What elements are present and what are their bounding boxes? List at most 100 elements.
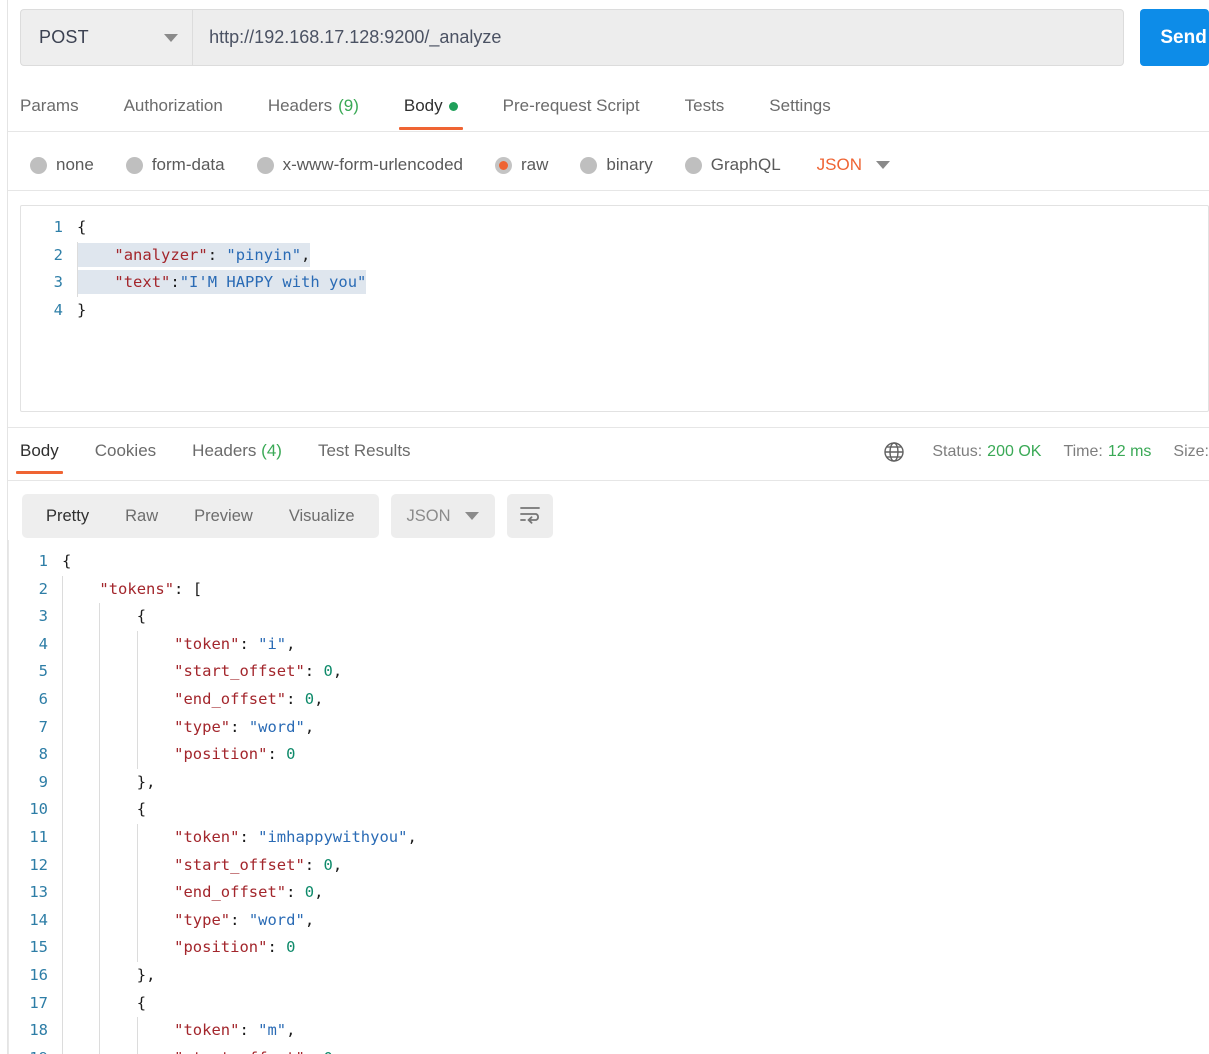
request-body-code[interactable]: 1{2 "analyzer": "pinyin", 3 "text":"I'M H… [21,206,1208,324]
indent-guide [136,851,138,880]
response-format-dropdown[interactable]: JSON [390,494,495,538]
body-type-raw[interactable]: raw [495,155,548,175]
body-type-radio-group: none form-data x-www-form-urlencoded raw… [30,148,891,182]
indent-guide [62,713,63,742]
viewer-mode-preview[interactable]: Preview [176,494,271,538]
code-text: "end_offset": 0, [62,685,1209,714]
indent-guide [62,879,63,907]
response-tab-headers[interactable]: Headers (4) [192,441,282,461]
indent-guide [99,851,101,880]
indent-guide [62,575,63,604]
raw-format-dropdown[interactable]: JSON [817,155,891,175]
chevron-down-icon [164,33,179,42]
code-line[interactable]: 4} [21,297,1208,325]
code-text: "token": "imhappywithyou", [62,823,1209,852]
request-tabs-underline [8,131,1209,132]
mode-label: Preview [194,506,253,525]
code-line[interactable]: 9 }, [0,768,1209,797]
request-body-editor[interactable]: 1{2 "analyzer": "pinyin", 3 "text":"I'M H… [20,205,1209,412]
tab-pre-request-script[interactable]: Pre-request Script [503,92,640,116]
code-line[interactable]: 17 { [0,989,1209,1018]
code-line[interactable]: 7 "type": "word", [0,713,1209,742]
code-text: { [62,603,1209,631]
code-line[interactable]: 13 "end_offset": 0, [0,879,1209,907]
headers-count-badge: (9) [338,96,359,115]
code-line[interactable]: 11 "token": "imhappywithyou", [0,823,1209,852]
indent-guide [99,630,101,659]
line-number: 1 [38,552,48,570]
response-section-divider [8,427,1209,428]
code-line[interactable]: 3 "text":"I'M HAPPY with you" [21,269,1208,297]
tab-label: Tests [684,96,725,115]
indent-guide [62,906,63,935]
tab-label: Cookies [94,441,157,460]
response-tab-cookies[interactable]: Cookies [95,441,156,461]
line-number: 4 [53,300,63,319]
line-number: 10 [29,800,48,819]
response-body-code[interactable]: 1{2 "tokens": [3 {4 "token": "i", 5 "star… [0,548,1209,1054]
word-wrap-button[interactable] [506,494,553,538]
globe-icon[interactable] [882,440,906,464]
code-line[interactable]: 1{ [0,548,1209,576]
code-line[interactable]: 4 "token": "i", [0,630,1209,659]
indent-guide [99,768,101,797]
code-line[interactable]: 3 { [0,603,1209,631]
tab-body[interactable]: Body [398,92,463,130]
body-type-urlencoded[interactable]: x-www-form-urlencoded [256,155,464,175]
code-text: "end_offset": 0, [62,879,1209,907]
code-line[interactable]: 2 "tokens": [ [0,575,1209,604]
indent-guide [62,768,63,797]
tab-params[interactable]: Params [20,92,79,116]
url-input[interactable]: http://192.168.17.128:9200/_analyze [192,9,1125,66]
tab-headers[interactable]: Headers (9) [268,92,359,116]
send-button[interactable]: Send [1140,9,1209,66]
viewer-mode-pretty[interactable]: Pretty [28,494,107,538]
tab-authorization[interactable]: Authorization [124,92,223,116]
body-present-dot-icon [448,101,458,111]
code-line[interactable]: 15 "position": 0 [0,934,1209,962]
code-line[interactable]: 2 "analyzer": "pinyin", [21,241,1208,270]
code-line[interactable]: 6 "end_offset": 0, [0,685,1209,714]
indent-guide [99,713,101,742]
code-line[interactable]: 1{ [21,214,1208,242]
indent-guide [77,241,78,270]
tab-label: Body [20,441,59,460]
line-number: 4 [38,634,48,653]
code-text: "start_offset": 0, [62,851,1209,880]
radio-label: x-www-form-urlencoded [282,155,464,174]
code-line[interactable]: 18 "token": "m", [0,1017,1209,1045]
code-line[interactable]: 19 "start_offset": 0 [0,1044,1209,1054]
code-text: }, [62,768,1209,797]
code-line[interactable]: 8 "position": 0 [0,741,1209,769]
code-line[interactable]: 16 }, [0,961,1209,990]
tab-tests[interactable]: Tests [685,92,725,116]
body-type-binary[interactable]: binary [580,155,653,175]
body-type-graphql[interactable]: GraphQL [684,155,781,175]
status-value: 200 OK [987,443,1042,460]
tab-settings[interactable]: Settings [769,92,830,116]
code-line[interactable]: 5 "start_offset": 0, [0,658,1209,686]
indent-guide [62,741,63,769]
http-method-dropdown[interactable]: POST [20,9,193,66]
indent-guide [136,685,138,714]
indent-guide [136,1044,138,1054]
radio-icon [580,156,598,174]
viewer-mode-raw[interactable]: Raw [107,494,176,538]
response-body-viewer[interactable]: 1{2 "tokens": [3 {4 "token": "i", 5 "star… [0,548,1209,1054]
code-line[interactable]: 14 "type": "word", [0,906,1209,935]
indent-guide [136,879,138,907]
response-tab-test-results[interactable]: Test Results [318,441,411,461]
viewer-mode-visualize[interactable]: Visualize [271,494,373,538]
code-line[interactable]: 10 { [0,796,1209,824]
response-tab-bar: Body Cookies Headers (4) Test Results [16,441,447,474]
line-number: 15 [29,938,48,957]
body-type-form-data[interactable]: form-data [125,155,225,175]
tab-label: Test Results [317,441,411,460]
chevron-down-icon [464,512,479,520]
code-line[interactable]: 12 "start_offset": 0, [0,851,1209,880]
response-tab-body[interactable]: Body [16,441,63,474]
request-tab-bar: Params Authorization Headers (9) Body Pr… [20,92,876,132]
indent-guide [99,1017,101,1045]
indent-guide [62,823,63,852]
body-type-none[interactable]: none [30,155,94,175]
